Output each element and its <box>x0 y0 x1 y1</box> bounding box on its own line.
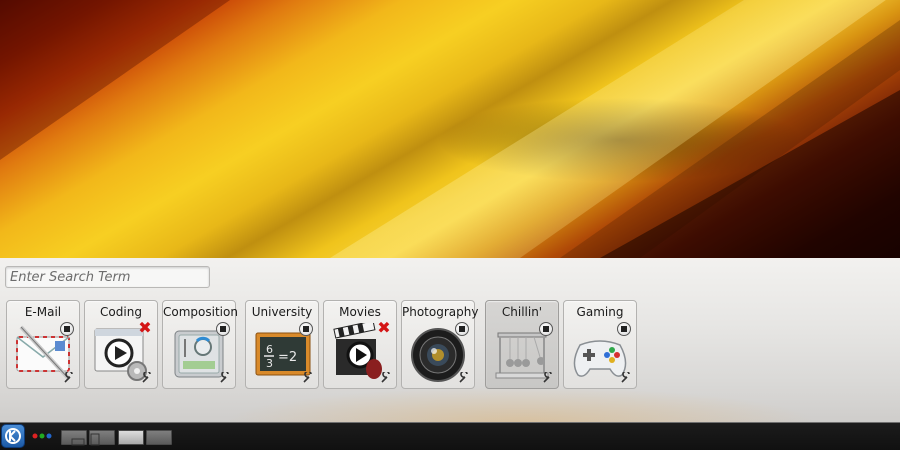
kde-logo-icon <box>5 428 21 444</box>
pager-window-outline <box>71 438 85 446</box>
svg-text:=2: =2 <box>278 350 297 365</box>
wrench-icon[interactable] <box>302 372 314 384</box>
search-input[interactable] <box>5 266 210 288</box>
activity-photography[interactable]: Photography <box>401 300 479 389</box>
wrench-icon[interactable] <box>219 372 231 384</box>
remove-activity-button[interactable]: ✖ <box>377 320 391 336</box>
activity-label: Movies <box>339 305 381 319</box>
activity-movies[interactable]: Movies ✖ <box>323 300 397 389</box>
wallpaper-texture <box>0 0 900 258</box>
pager-desktop-1[interactable] <box>61 430 87 446</box>
wrench-icon[interactable] <box>380 372 392 384</box>
activity-label: Gaming <box>576 305 624 319</box>
stop-activity-button[interactable] <box>455 322 469 336</box>
stop-activity-button[interactable] <box>299 322 313 336</box>
wrench-icon[interactable] <box>141 372 153 384</box>
activity-email[interactable]: E-Mail <box>6 300 80 389</box>
wrench-icon[interactable] <box>63 372 75 384</box>
pager-window-outline <box>90 433 100 446</box>
activity-chillin[interactable]: Chillin' <box>485 300 559 389</box>
stop-activity-button[interactable] <box>617 322 631 336</box>
svg-text:3: 3 <box>266 357 273 370</box>
activity-label: Photography <box>402 305 479 319</box>
desktop-wallpaper <box>0 0 900 258</box>
activity-gaming[interactable]: Gaming <box>563 300 637 389</box>
activity-university[interactable]: University 6 3 =2 <box>245 300 319 389</box>
kde-menu-button[interactable] <box>1 424 25 448</box>
activity-label: E-Mail <box>24 305 62 319</box>
activity-composition[interactable]: Composition <box>162 300 238 389</box>
remove-activity-button[interactable]: ✖ <box>138 320 152 336</box>
activity-label: Chillin' <box>501 305 543 319</box>
activity-coding[interactable]: Coding ✖ <box>84 300 158 389</box>
activity-label: Composition <box>163 305 238 319</box>
stop-activity-button[interactable] <box>60 322 74 336</box>
wrench-icon[interactable] <box>542 372 554 384</box>
stop-activity-button[interactable] <box>539 322 553 336</box>
stop-activity-button[interactable] <box>216 322 230 336</box>
activity-dots-icon[interactable] <box>32 432 52 440</box>
pager-desktop-4[interactable] <box>146 430 172 445</box>
activity-label: University <box>251 305 313 319</box>
wrench-icon[interactable] <box>458 372 470 384</box>
wrench-icon[interactable] <box>620 372 632 384</box>
pager-desktop-2[interactable] <box>89 430 115 446</box>
svg-text:6: 6 <box>266 343 273 356</box>
activity-label: Coding <box>100 305 142 319</box>
pager-desktop-3[interactable] <box>118 430 144 445</box>
